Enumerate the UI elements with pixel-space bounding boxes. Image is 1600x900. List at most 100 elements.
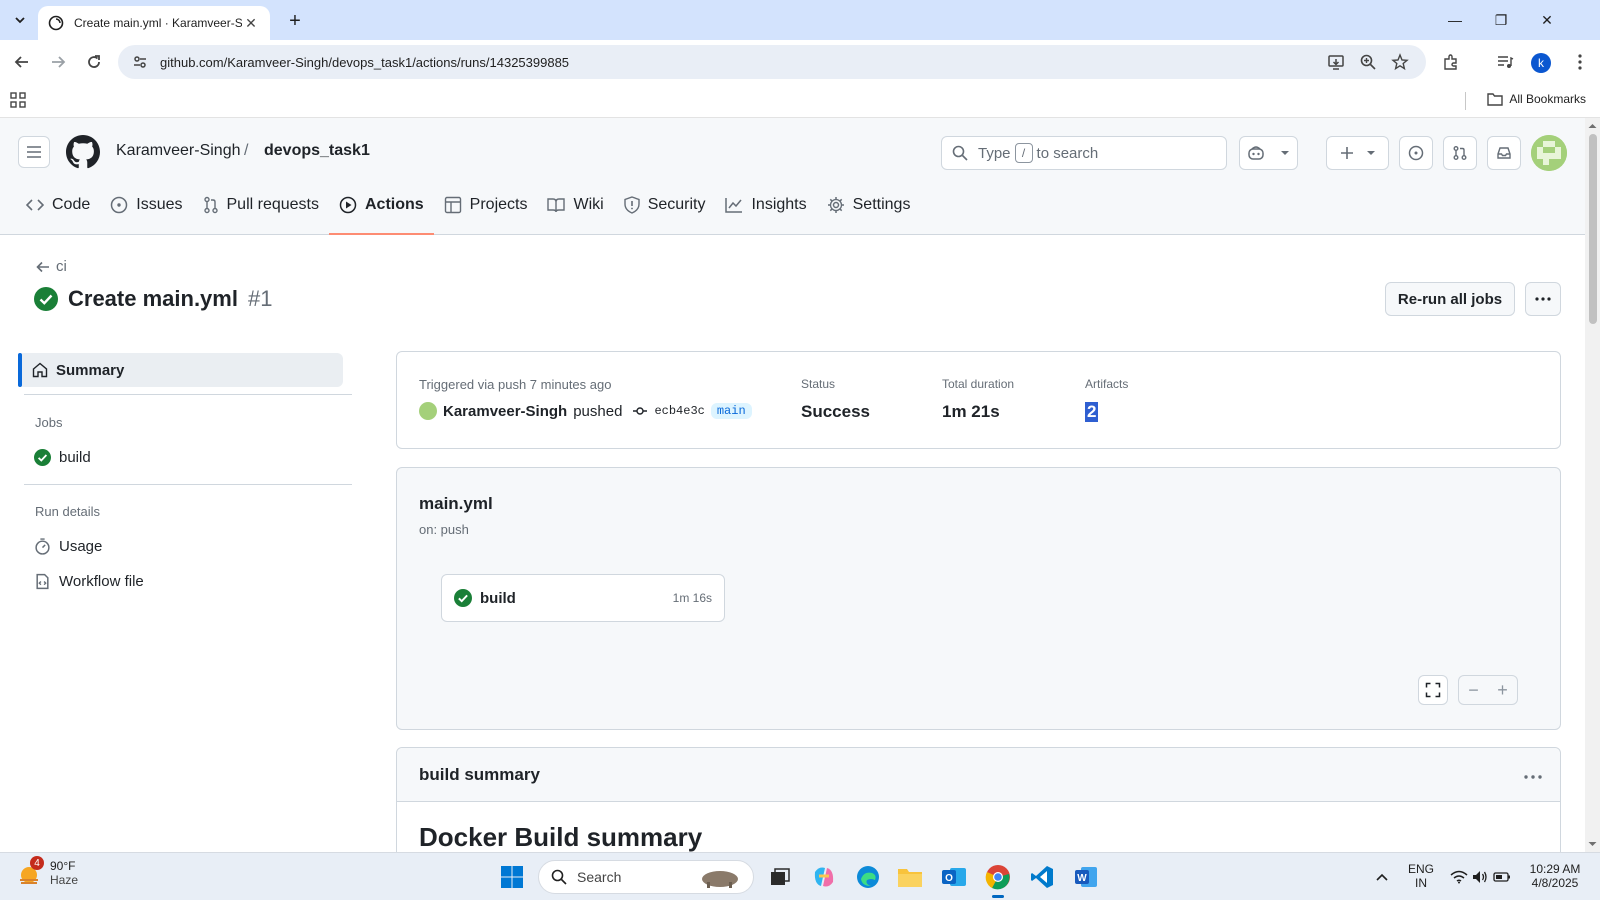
sidebar-item-summary[interactable]: Summary (18, 353, 343, 387)
scroll-up-icon (1588, 124, 1597, 128)
tab-wiki[interactable]: Wiki (537, 184, 613, 226)
back-to-workflow-link[interactable]: ci (36, 258, 67, 275)
zoom-out-button[interactable]: − (1459, 676, 1488, 704)
zoom-controls: − + (1458, 675, 1518, 705)
build-summary-card: build summary Docker Build summary (396, 747, 1561, 867)
back-link-label: ci (56, 258, 67, 275)
pull-requests-button[interactable] (1443, 136, 1477, 170)
outlook-icon[interactable]: O (938, 861, 970, 893)
chevron-down-icon (15, 17, 25, 24)
tab-insights[interactable]: Insights (715, 184, 816, 226)
search-input[interactable]: Type / to search (941, 136, 1227, 170)
minimize-button[interactable]: — (1432, 0, 1478, 40)
copilot-app-icon[interactable] (808, 861, 840, 893)
url-text: github.com/Karamveer-Singh/devops_task1/… (160, 54, 570, 70)
sidebar-summary-label: Summary (56, 361, 125, 379)
word-icon[interactable]: W (1070, 861, 1102, 893)
sidebar-usage-label: Usage (59, 538, 103, 555)
sidebar-item-usage[interactable]: Usage (34, 538, 102, 555)
chrome-icon[interactable] (982, 861, 1014, 898)
task-view-icon[interactable] (764, 861, 796, 893)
windows-start-icon[interactable] (496, 861, 528, 893)
hamburger-icon (27, 146, 41, 158)
tab-code[interactable]: Code (16, 184, 100, 226)
taskbar-search[interactable]: Search (538, 860, 754, 894)
tab-actions[interactable]: Actions (329, 184, 434, 235)
kebab-horizontal-icon[interactable] (1524, 766, 1542, 784)
browser-menu-icon[interactable] (1566, 48, 1594, 76)
extensions-icon[interactable] (1437, 48, 1465, 76)
language-indicator[interactable]: ENG IN (1406, 862, 1436, 890)
search-icon (551, 869, 567, 885)
clock[interactable]: 10:29 AM 4/8/2025 (1520, 862, 1590, 890)
actor-name[interactable]: Karamveer-Singh (443, 403, 567, 420)
restore-button[interactable]: ❐ (1478, 0, 1524, 40)
run-more-options-button[interactable] (1525, 282, 1561, 316)
clock-date: 4/8/2025 (1531, 876, 1579, 890)
commit-sha-link[interactable]: ecb4e3c (654, 404, 704, 418)
file-explorer-icon[interactable] (894, 861, 926, 893)
table-icon (444, 196, 461, 214)
apps-grid-icon[interactable] (10, 92, 26, 113)
docker-build-summary-heading: Docker Build summary (419, 822, 703, 852)
install-app-icon[interactable] (1322, 48, 1350, 76)
profile-avatar[interactable]: k (1531, 53, 1551, 73)
tab-close-icon[interactable]: ✕ (242, 14, 260, 32)
page-scrollbar[interactable] (1585, 118, 1600, 852)
fullscreen-button[interactable] (1418, 675, 1448, 705)
bookmark-star-icon[interactable] (1386, 48, 1414, 76)
new-tab-button[interactable]: + (282, 8, 308, 34)
pull-request-icon (203, 196, 218, 214)
job-node-build[interactable]: build 1m 16s (441, 574, 725, 622)
run-title-text: Create main.yml (68, 286, 238, 311)
chevron-up-icon[interactable] (1366, 861, 1398, 893)
close-window-button[interactable]: ✕ (1524, 0, 1570, 40)
weather-widget[interactable]: 4 90°F Haze (16, 856, 78, 887)
browser-tab-active[interactable]: Create main.yml · Karamveer-Si ✕ (38, 6, 270, 40)
zoom-in-button[interactable]: + (1488, 676, 1517, 704)
global-menu-button[interactable] (18, 136, 50, 168)
weather-temperature: 90°F (50, 859, 76, 873)
tab-settings[interactable]: Settings (817, 184, 921, 226)
github-favicon-icon (48, 15, 64, 31)
weather-sun-icon: 4 (16, 856, 44, 886)
breadcrumb-owner[interactable]: Karamveer-Singh (116, 142, 241, 160)
tab-projects[interactable]: Projects (434, 184, 538, 226)
github-logo-icon[interactable] (66, 135, 100, 174)
back-button[interactable] (8, 48, 36, 76)
notifications-button[interactable] (1487, 136, 1521, 170)
sidebar-item-workflow-file[interactable]: Workflow file (34, 573, 144, 590)
sidebar-divider (24, 394, 352, 395)
tab-issues[interactable]: Issues (100, 184, 192, 226)
tab-pull-requests[interactable]: Pull requests (193, 184, 330, 226)
site-info-icon[interactable] (130, 52, 150, 72)
tab-search-button[interactable] (8, 8, 32, 32)
folder-icon (1487, 93, 1504, 106)
media-control-icon[interactable] (1491, 48, 1519, 76)
tab-title: Create main.yml · Karamveer-Si (74, 16, 242, 30)
search-shortcut-key: / (1014, 143, 1033, 163)
copilot-button[interactable] (1239, 136, 1298, 170)
vscode-icon[interactable] (1026, 861, 1058, 893)
issues-button[interactable] (1399, 136, 1433, 170)
stopwatch-icon (35, 538, 50, 555)
sidebar-jobs-heading: Jobs (35, 415, 63, 430)
zoom-icon[interactable] (1354, 48, 1382, 76)
create-new-button[interactable] (1326, 136, 1389, 170)
edge-browser-icon[interactable] (852, 861, 884, 893)
tab-security[interactable]: Security (614, 184, 716, 226)
build-summary-header: build summary (397, 748, 1560, 802)
user-avatar[interactable] (1531, 135, 1567, 171)
scrollbar-thumb[interactable] (1589, 134, 1597, 324)
actor-avatar[interactable] (419, 402, 437, 420)
sidebar-item-build[interactable]: build (34, 449, 91, 466)
battery-icon[interactable] (1486, 861, 1518, 893)
reload-button[interactable] (80, 48, 108, 76)
forward-button[interactable] (44, 48, 72, 76)
address-bar[interactable]: github.com/Karamveer-Singh/devops_task1/… (118, 45, 1426, 79)
artifacts-count[interactable]: 2 (1085, 402, 1099, 422)
branch-tag[interactable]: main (710, 403, 752, 419)
rerun-all-jobs-button[interactable]: Re-run all jobs (1385, 282, 1515, 316)
breadcrumb-repo[interactable]: devops_task1 (264, 142, 370, 160)
all-bookmarks-button[interactable]: All Bookmarks (1487, 92, 1586, 106)
